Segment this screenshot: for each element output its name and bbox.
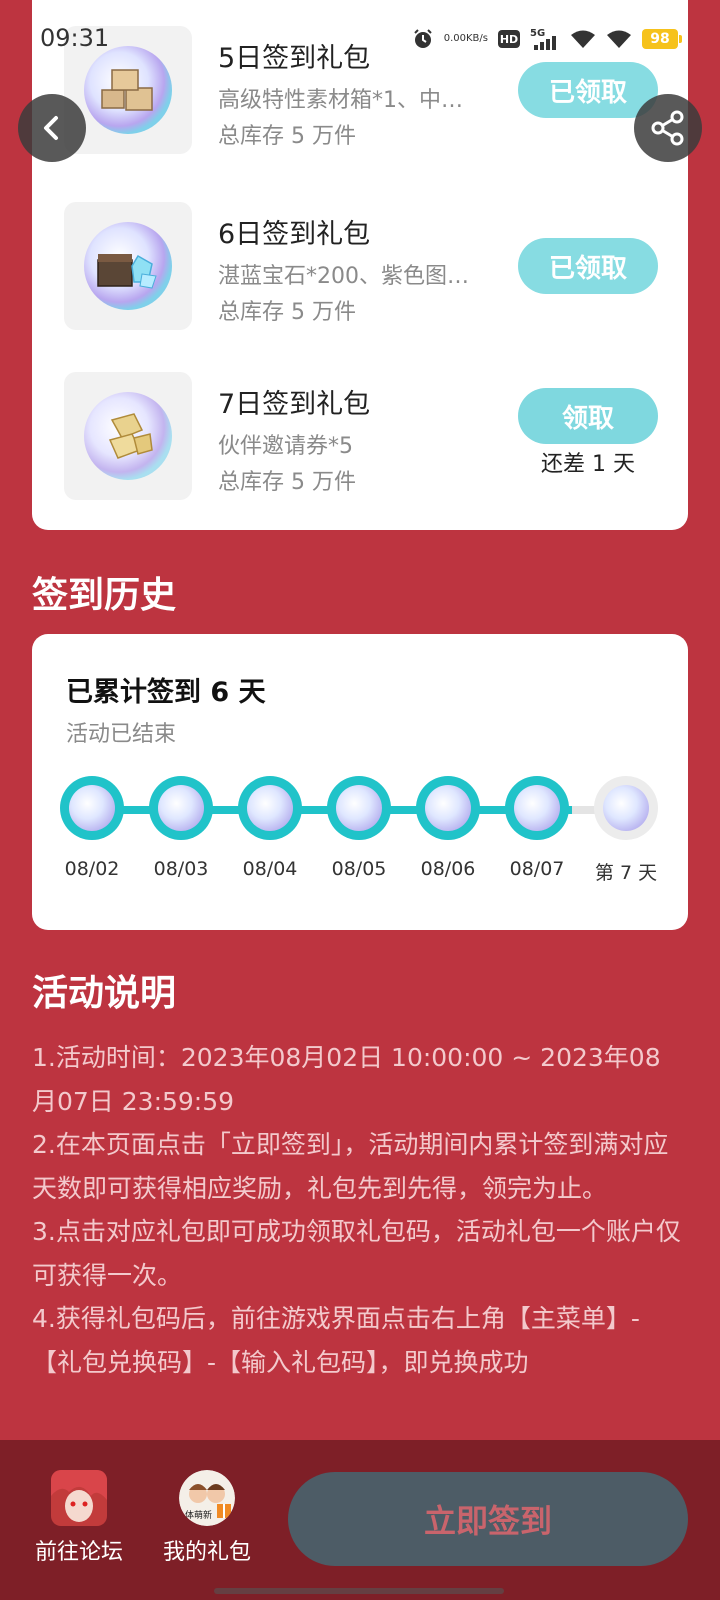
home-indicator [214, 1588, 504, 1594]
rule-line: 2.在本页面点击「立即签到」，活动期间内累计签到满对应天数即可获得相应奖励，礼包… [32, 1130, 669, 1203]
gold-coin-icon [336, 785, 382, 831]
rule-line: 3.点击对应礼包即可成功领取礼包码，活动礼包一个账户仅可获得一次。 [32, 1217, 681, 1290]
gift-list-card: 5日签到礼包 高级特性素材箱*1、中… 总库存 5 万件 已领取 6日签到礼包 … [32, 0, 688, 530]
day-label: 08/04 [242, 858, 298, 880]
gift-item-day5[interactable]: 5日签到礼包 高级特性素材箱*1、中… 总库存 5 万件 已领取 [32, 26, 688, 156]
share-icon [651, 110, 684, 146]
gift-thumb [64, 372, 192, 500]
day-node-6 [505, 776, 569, 840]
supply-crates-icon [425, 785, 471, 831]
activity-status: 活动已结束 [66, 722, 177, 747]
history-heading: 签到历史 [32, 575, 177, 616]
day-node-4 [327, 776, 391, 840]
gift-title: 7日签到礼包 [218, 389, 371, 420]
gift-desc: 高级特性素材箱*1、中… [218, 88, 463, 113]
rules-heading: 活动说明 [32, 973, 177, 1014]
rule-line: 4.获得礼包码后，前往游戏界面点击右上角【主菜单】-【礼包兑换码】-【输入礼包码… [32, 1304, 640, 1377]
forum-avatar-icon [51, 1470, 107, 1526]
day-label: 08/07 [509, 858, 565, 880]
claimed-button[interactable]: 已领取 [518, 238, 658, 294]
my-gifts-button[interactable]: 体萌新 我的礼包 [152, 1470, 262, 1566]
gift-title: 5日签到礼包 [218, 43, 371, 74]
checkin-count: 已累计签到 6 天 [66, 677, 266, 708]
forum-button[interactable]: 前往论坛 [24, 1470, 134, 1566]
back-button[interactable] [18, 94, 86, 162]
gift-desc: 湛蓝宝石*200、紫色图… [218, 264, 469, 289]
my-gifts-label: 我的礼包 [162, 1540, 251, 1565]
day-node-5 [416, 776, 480, 840]
checkin-button[interactable]: 立即签到 [288, 1472, 688, 1566]
share-button[interactable] [634, 94, 702, 162]
my-gifts-badge-text: 体萌新 [185, 1511, 213, 1521]
day-node-3 [238, 776, 302, 840]
gift-desc: 伙伴邀请券*5 [218, 434, 353, 459]
gem-chest-icon [514, 785, 560, 831]
gift-title: 6日签到礼包 [218, 219, 371, 250]
gift-item-day6[interactable]: 6日签到礼包 湛蓝宝石*200、紫色图… 总库存 5 万件 已领取 [32, 202, 688, 332]
my-gifts-avatar-icon: 体萌新 [179, 1470, 235, 1526]
rules-text: 1.活动时间：2023年08月02日 10:00:00 ~ 2023年08月07… [32, 1036, 682, 1384]
day-label: 08/03 [153, 858, 209, 880]
supply-crates-icon [84, 46, 172, 134]
history-card: 已累计签到 6 天 活动已结束 08/02 08/03 08/04 08/05 … [32, 634, 688, 930]
gift-item-day7[interactable]: 7日签到礼包 伙伴邀请券*5 总库存 5 万件 领取 还差 1 天 [32, 372, 688, 502]
claim-button[interactable]: 领取 [518, 388, 658, 444]
gift-stock: 总库存 5 万件 [218, 300, 356, 325]
claimed-button[interactable]: 已领取 [518, 62, 658, 118]
gold-ticket-icon [84, 392, 172, 480]
rule-line: 1.活动时间：2023年08月02日 10:00:00 ~ 2023年08月07… [32, 1043, 661, 1116]
day-label: 第 7 天 [594, 862, 658, 884]
gift-thumb [64, 202, 192, 330]
bottom-bar: 前往论坛 体萌新 我的礼包 立即签到 [0, 1440, 720, 1600]
forum-label: 前往论坛 [34, 1540, 123, 1565]
gold-ticket-icon [69, 785, 115, 831]
day-label: 08/05 [331, 858, 387, 880]
gem-chest-icon [84, 222, 172, 310]
gift-stock: 总库存 5 万件 [218, 124, 356, 149]
day-label: 08/02 [64, 858, 120, 880]
gem-chest-icon [247, 785, 293, 831]
gold-ticket-icon [603, 785, 649, 831]
day-node-2 [149, 776, 213, 840]
day-label: 08/06 [420, 858, 476, 880]
day-node-7 [594, 776, 658, 840]
day-node-1 [60, 776, 124, 840]
days-remaining: 还差 1 天 [541, 452, 635, 477]
chevron-left-icon [44, 116, 58, 140]
gift-stock: 总库存 5 万件 [218, 470, 356, 495]
gem-icon [158, 785, 204, 831]
